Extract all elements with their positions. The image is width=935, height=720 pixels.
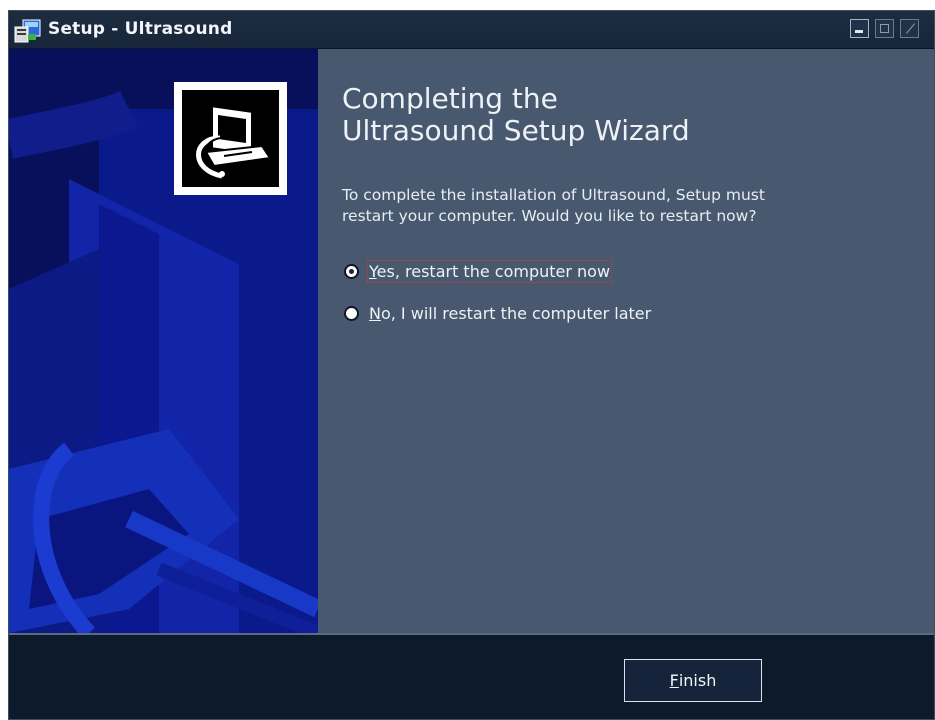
title-bar[interactable]: Setup - Ultrasound	[9, 11, 934, 49]
label-text: o, I will restart the computer later	[380, 303, 652, 323]
restart-later-label[interactable]: No, I will restart the computer later	[368, 303, 652, 324]
label-text: es, restart the computer now	[376, 261, 611, 281]
computer-install-icon	[182, 90, 279, 187]
button-bar: Finish	[9, 635, 934, 719]
description-text: To complete the installation of Ultrasou…	[342, 186, 765, 225]
accelerator-key: F	[669, 671, 679, 690]
accelerator-key: Y	[369, 261, 377, 281]
page-title: Completing the Ultrasound Setup Wizard	[342, 82, 690, 147]
accelerator-key: N	[369, 303, 381, 323]
radio-button-checked[interactable]	[344, 263, 359, 279]
wizard-side-banner	[9, 49, 318, 633]
finish-button[interactable]: Finish	[624, 659, 762, 702]
logo-frame	[174, 82, 287, 195]
wizard-content: Completing the Ultrasound Setup Wizard T…	[318, 49, 934, 633]
restart-later-option[interactable]: No, I will restart the computer later	[342, 301, 652, 325]
setup-window: Setup - Ultrasound Completing the Ultras…	[8, 10, 935, 720]
close-icon[interactable]	[900, 19, 919, 38]
restart-now-option[interactable]: Yes, restart the computer now	[342, 259, 613, 283]
restart-now-label[interactable]: Yes, restart the computer now	[366, 259, 613, 283]
setup-app-icon[interactable]	[14, 18, 42, 44]
minimize-icon[interactable]	[850, 19, 869, 38]
maximize-icon[interactable]	[875, 19, 894, 38]
window-title: Setup - Ultrasound	[48, 19, 233, 39]
radio-button[interactable]	[344, 305, 359, 321]
finish-label: inish	[678, 671, 717, 690]
